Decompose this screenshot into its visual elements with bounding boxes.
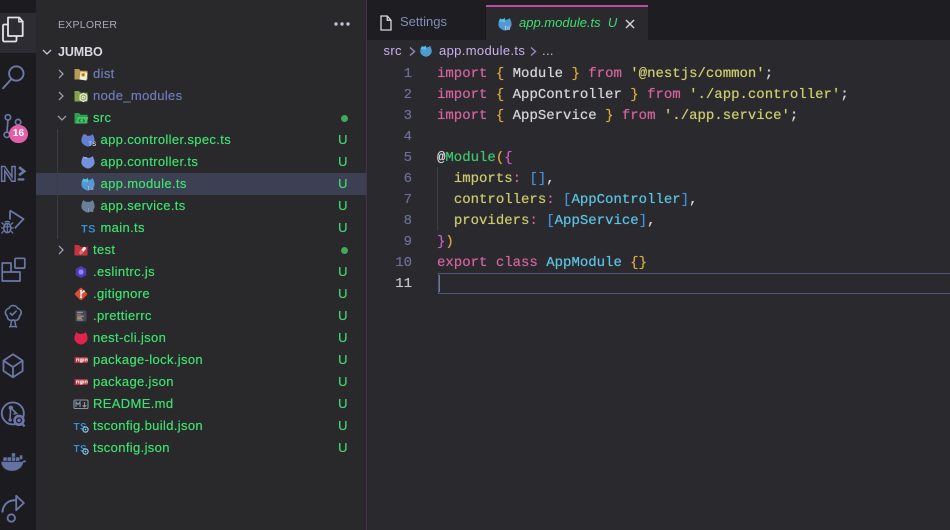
svg-text:ts: ts (88, 185, 95, 192)
svg-text:ts: ts (505, 25, 511, 32)
svg-text:ts: ts (88, 207, 95, 214)
svg-text:TS: TS (81, 224, 96, 236)
svg-text:TS: TS (88, 142, 96, 148)
